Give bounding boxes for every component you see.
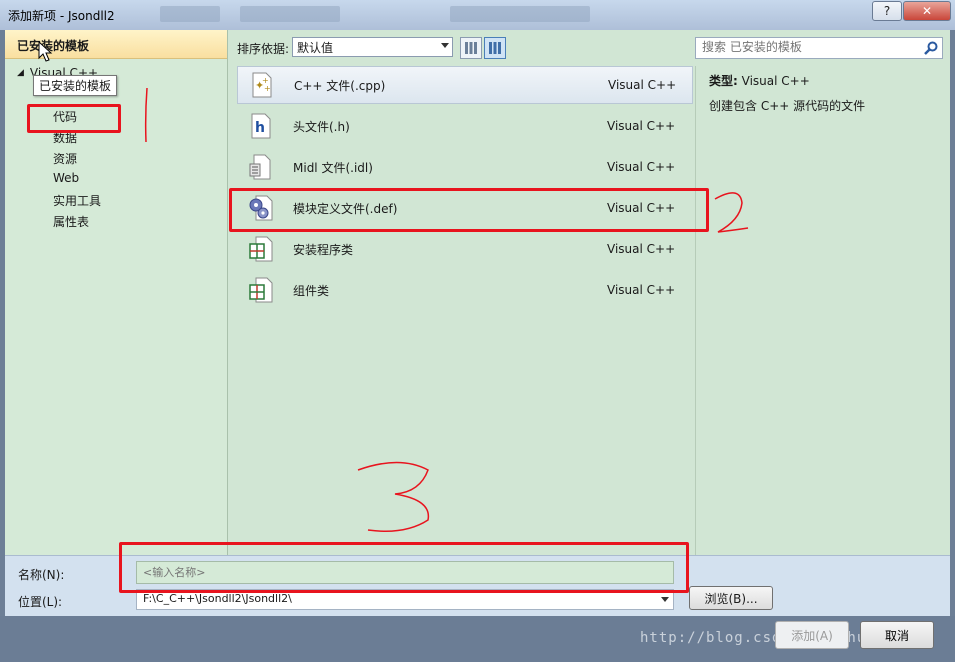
component-class-icon (249, 277, 273, 303)
svg-text:h: h (255, 120, 265, 136)
dropdown-arrow-icon (441, 43, 449, 48)
title-bar: 添加新项 - Jsondll2 ? ✕ (0, 0, 955, 30)
search-input[interactable] (696, 38, 912, 56)
template-language: Visual C++ (608, 78, 677, 92)
installer-class-icon (249, 236, 273, 262)
sort-dropdown[interactable]: 默认值 (292, 37, 453, 57)
pane-divider (695, 66, 696, 555)
collapse-triangle-icon[interactable]: ◢ (17, 68, 24, 78)
tree-item-data[interactable]: 数据 (53, 129, 77, 146)
dialog-body: 已安装的模板 ◢ Visual C++ 代码 数据 资源 Web 实用工具 属性… (5, 30, 950, 617)
dialog-footer: http://blog.csdn.net/zhuizhe 添加(A) 取消 (0, 616, 955, 662)
template-name: C++ 文件(.cpp) (294, 78, 386, 93)
list-view-icon (489, 42, 501, 54)
tree-item-web[interactable]: Web (53, 171, 79, 185)
mouse-cursor-icon (38, 41, 53, 62)
template-language: Visual C++ (607, 283, 676, 297)
template-item-header[interactable]: h 头文件(.h) Visual C++ (237, 107, 693, 145)
window-title: 添加新项 - Jsondll2 (8, 9, 115, 23)
type-label: 类型: (709, 74, 738, 88)
type-value: Visual C++ (741, 74, 810, 88)
template-name: Midl 文件(.idl) (293, 160, 373, 175)
template-language: Visual C++ (607, 160, 676, 174)
template-info-pane: 类型: Visual C++ 创建包含 C++ 源代码的文件 (709, 72, 865, 114)
template-name: 头文件(.h) (293, 119, 350, 134)
blurred-tab (450, 6, 590, 22)
grid-view-icon (465, 42, 477, 54)
name-label: 名称(N): (18, 568, 65, 582)
small-icons-view-button[interactable] (460, 37, 482, 59)
header-file-icon: h (251, 113, 271, 139)
tree-item-code[interactable]: 代码 (53, 108, 77, 125)
dropdown-arrow-icon (661, 597, 669, 602)
help-button[interactable]: ? (872, 1, 902, 21)
location-value: F:\C_C++\Jsondll2\Jsondll2\ (143, 592, 292, 605)
template-name: 组件类 (293, 283, 330, 298)
def-file-icon (249, 195, 273, 221)
location-dropdown[interactable]: F:\C_C++\Jsondll2\Jsondll2\ (136, 589, 674, 610)
tree-item-property-sheet[interactable]: 属性表 (53, 213, 89, 230)
close-button[interactable]: ✕ (903, 1, 951, 21)
midl-file-icon (249, 154, 271, 180)
template-name: 安装程序类 (293, 242, 354, 257)
template-list: ✦ + + C++ 文件(.cpp) Visual C++ h 头文件(.h) Vi… (233, 66, 693, 555)
template-item-midl[interactable]: Midl 文件(.idl) Visual C++ (237, 148, 693, 186)
add-button[interactable]: 添加(A) (775, 621, 849, 649)
list-view-button[interactable] (484, 37, 506, 59)
template-item-def[interactable]: 模块定义文件(.def) Visual C++ (237, 189, 693, 227)
template-name: 模块定义文件(.def) (293, 201, 398, 216)
location-label: 位置(L): (18, 595, 63, 609)
name-field[interactable] (136, 561, 674, 584)
template-description: 创建包含 C++ 源代码的文件 (709, 99, 866, 113)
type-line: 类型: Visual C++ (709, 72, 865, 89)
template-item-cpp[interactable]: ✦ + + C++ 文件(.cpp) Visual C++ (237, 66, 693, 104)
tooltip: 已安装的模板 (33, 75, 118, 96)
template-language: Visual C++ (607, 119, 676, 133)
cancel-button[interactable]: 取消 (860, 621, 934, 649)
tree-item-utility[interactable]: 实用工具 (53, 192, 101, 209)
form-area: 名称(N): 位置(L): F:\C_C++\Jsondll2\Jsondll2… (5, 555, 950, 617)
search-icon[interactable] (923, 40, 939, 56)
sort-label: 排序依据: (237, 42, 290, 56)
search-box[interactable] (695, 37, 943, 59)
sort-value: 默认值 (297, 40, 334, 55)
template-item-installer-class[interactable]: 安装程序类 Visual C++ (237, 230, 693, 268)
template-language: Visual C++ (607, 201, 676, 215)
cpp-file-icon: ✦++ (252, 72, 272, 98)
blurred-tab (240, 6, 340, 22)
svg-text:+: + (264, 84, 271, 93)
template-tree-pane: 已安装的模板 ◢ Visual C++ 代码 数据 资源 Web 实用工具 属性… (5, 30, 228, 555)
browse-button[interactable]: 浏览(B)... (689, 586, 773, 610)
tree-item-resource[interactable]: 资源 (53, 150, 77, 167)
template-item-component-class[interactable]: 组件类 Visual C++ (237, 271, 693, 309)
blurred-tab (160, 6, 220, 22)
template-language: Visual C++ (607, 242, 676, 256)
name-input[interactable] (137, 562, 663, 583)
